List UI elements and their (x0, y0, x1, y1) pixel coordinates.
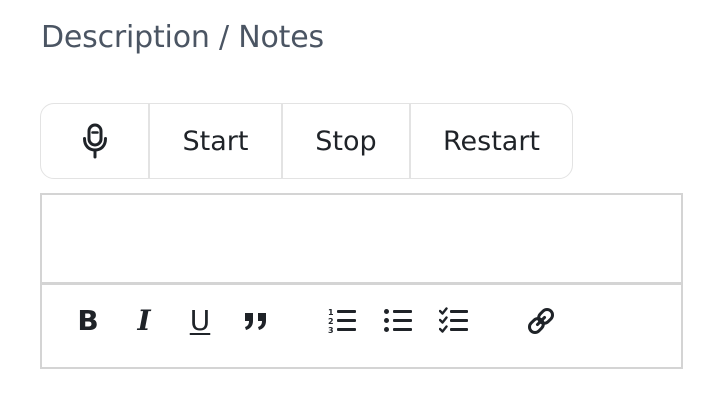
rich-text-editor: B I U 1 2 3 (40, 193, 683, 369)
stop-button[interactable]: Stop (283, 104, 411, 178)
bold-icon: B (77, 304, 99, 337)
underline-button[interactable]: U (182, 303, 218, 339)
checklist-icon (439, 307, 468, 333)
ordered-list-icon: 1 2 3 (328, 308, 356, 335)
link-button[interactable] (523, 303, 559, 339)
bullet-list-button[interactable] (380, 303, 416, 339)
dictation-controls: Start Stop Restart (40, 103, 573, 179)
quote-icon (245, 313, 266, 330)
notes-text-area[interactable] (42, 195, 681, 285)
restart-button[interactable]: Restart (411, 104, 572, 178)
svg-text:2: 2 (328, 317, 334, 326)
checklist-button[interactable] (436, 303, 472, 339)
formatting-toolbar: B I U 1 2 3 (42, 285, 681, 367)
svg-text:3: 3 (328, 326, 334, 335)
bullet-list-icon (384, 309, 412, 332)
quote-button[interactable] (238, 303, 274, 339)
svg-text:1: 1 (328, 308, 334, 317)
start-button[interactable]: Start (150, 104, 283, 178)
microphone-button[interactable] (41, 104, 150, 178)
section-title: Description / Notes (41, 20, 324, 55)
underline-icon: U (189, 304, 211, 337)
ordered-list-button[interactable]: 1 2 3 (324, 303, 360, 339)
link-icon (527, 307, 555, 335)
microphone-icon (82, 123, 107, 159)
italic-icon: I (137, 304, 151, 337)
bold-button[interactable]: B (70, 303, 106, 339)
italic-button[interactable]: I (126, 303, 162, 339)
